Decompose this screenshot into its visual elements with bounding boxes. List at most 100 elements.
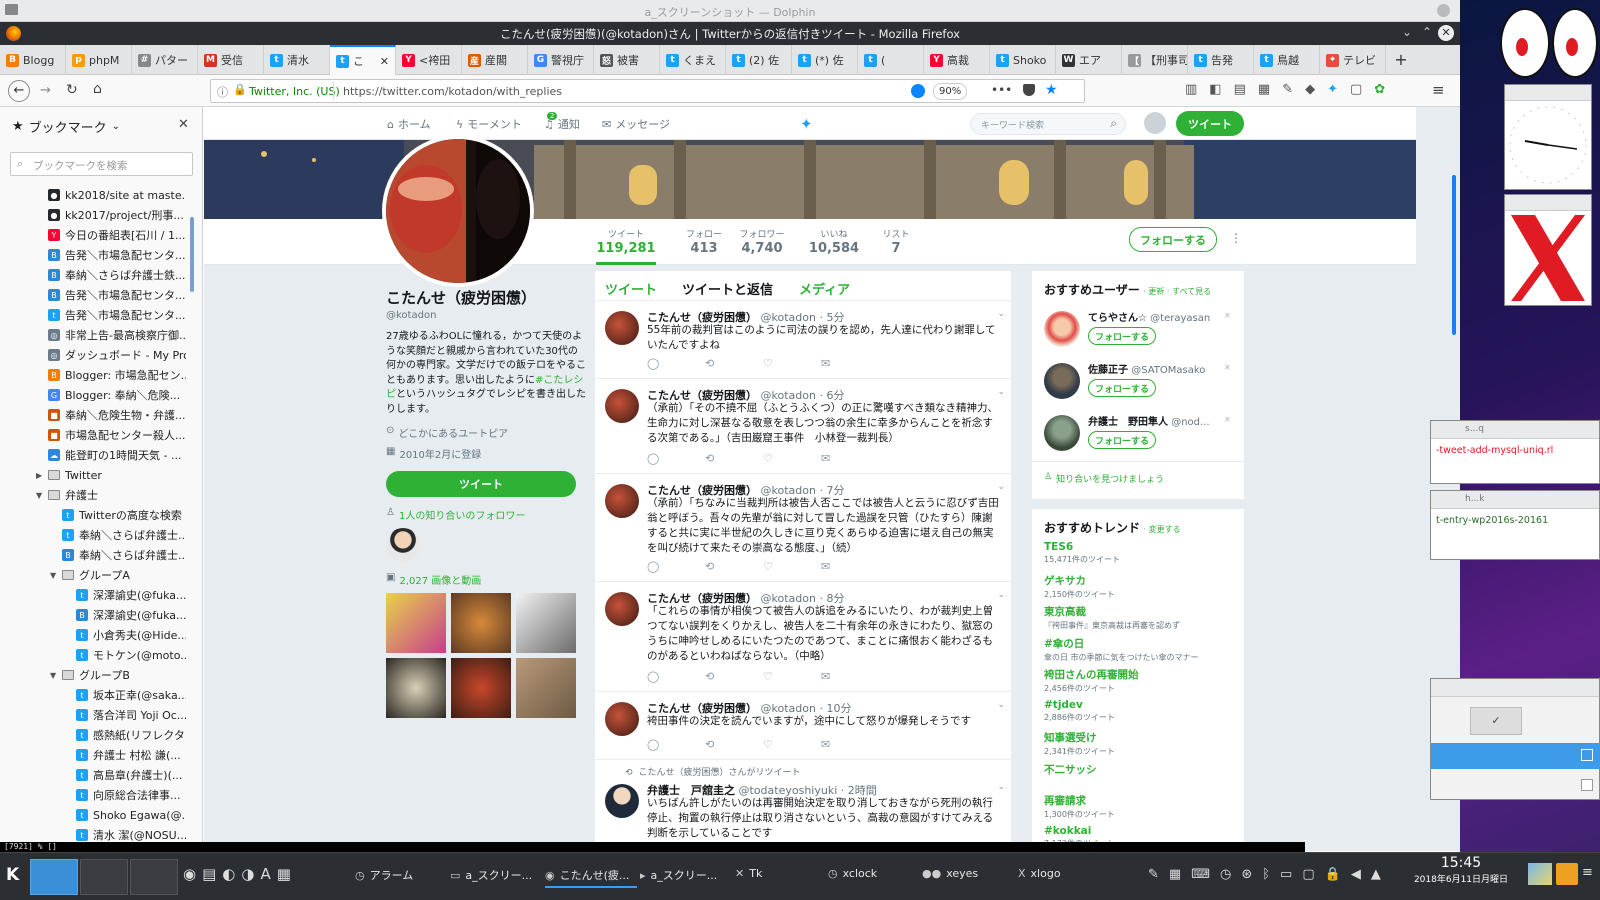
- browser-tab[interactable]: t こ ✕: [330, 45, 396, 75]
- trend-item[interactable]: 知事選受け 2,341件のツイート: [1044, 730, 1239, 762]
- reply-icon[interactable]: ◯: [647, 738, 663, 751]
- dismiss-icon[interactable]: ✕: [1224, 415, 1231, 424]
- retweet-icon[interactable]: ⟲: [705, 357, 721, 370]
- taskbar-task[interactable]: ◷ xclock: [828, 867, 920, 880]
- envelope-icon[interactable]: ✉: [821, 357, 837, 370]
- pager-desktop-3[interactable]: [130, 859, 178, 895]
- trend-item[interactable]: 再審請求 1,300件のツイート: [1044, 793, 1239, 825]
- minimize-icon[interactable]: ⌄: [1402, 25, 1412, 39]
- bookmark-item[interactable]: B 深澤諭史(@fuka...: [0, 605, 186, 625]
- bookmark-item[interactable]: ● kk2018/site at maste...: [0, 185, 186, 205]
- sidebar-header[interactable]: ★ ブックマーク ⌄: [12, 117, 120, 136]
- xterm-window-2[interactable]: h...k t-entry-wp2016s-20161: [1430, 490, 1600, 560]
- site-identity[interactable]: Twitter, Inc. (US): [249, 85, 340, 98]
- grid-icon[interactable]: ▦: [1258, 82, 1270, 97]
- trend-item[interactable]: #傘の日 傘の日 市の季節に気をつけたい傘のマナー: [1044, 636, 1239, 668]
- chevron-down-icon[interactable]: ⌄: [997, 309, 1005, 319]
- trend-name[interactable]: 再審請求: [1044, 793, 1239, 808]
- weather-icon[interactable]: [1528, 863, 1552, 885]
- bookmark-item[interactable]: ◎ ダッシュボード - My Pro...: [0, 345, 186, 365]
- keyboard-tray-icon[interactable]: ⌨: [1191, 867, 1210, 882]
- extension-toggle-icon[interactable]: [911, 84, 925, 98]
- browser-tab[interactable]: t 清水: [264, 45, 330, 75]
- trend-item[interactable]: #tjdev 2,886件のツイート: [1044, 699, 1239, 731]
- terminal-prompt[interactable]: [7921] % []: [0, 842, 1305, 852]
- bookmark-star-icon[interactable]: ★: [1045, 82, 1058, 98]
- taskbar-task[interactable]: ✕ Tk: [735, 867, 827, 880]
- envelope-icon[interactable]: ✉: [821, 670, 837, 683]
- lock-tray-icon[interactable]: 🔒: [1325, 867, 1341, 882]
- browser-tab[interactable]: 【【刑事司法: [1122, 45, 1188, 75]
- dialog-window[interactable]: ✓: [1430, 678, 1600, 800]
- taskbar-task[interactable]: ◷ アラーム: [355, 867, 447, 883]
- url-bar[interactable]: ⓘ 🔒 Twitter, Inc. (US) https://twitter.c…: [210, 79, 1085, 103]
- bookmark-item[interactable]: B 奉納＼さらば弁護士...: [0, 545, 186, 565]
- clock-tray-icon[interactable]: ◷: [1220, 867, 1231, 882]
- user-avatar[interactable]: [1044, 363, 1080, 399]
- bookmark-item[interactable]: ● kk2017/project/刑事...: [0, 205, 186, 225]
- nav-messages[interactable]: ✉ メッセージ: [602, 116, 670, 132]
- browser-tab[interactable]: 産産閣: [462, 45, 528, 75]
- trend-item[interactable]: 袴田さんの再審開始 2,456件のツイート: [1044, 667, 1239, 699]
- keyboard-launcher-icon[interactable]: ▦: [277, 865, 291, 883]
- media-thumb[interactable]: [516, 593, 576, 653]
- envelope-icon[interactable]: ✉: [821, 452, 837, 465]
- browser-tab[interactable]: Y <袴田: [396, 45, 462, 75]
- bookmark-item[interactable]: t 深澤諭史(@fuka...: [0, 585, 186, 605]
- tweet[interactable]: こたんせ（疲労困憊） @kotadon · 10分 ⌄ 袴田事件の決定を読んでいます…: [595, 692, 1011, 760]
- font-launcher-icon[interactable]: A: [260, 865, 270, 883]
- reply-icon[interactable]: ◯: [647, 357, 663, 370]
- suggested-user[interactable]: てらやさん☆ @terayasan フォローする ✕: [1032, 307, 1244, 359]
- dismiss-icon[interactable]: ✕: [1224, 363, 1231, 372]
- user-name[interactable]: 弁護士 野田隼人: [1088, 417, 1168, 428]
- chevron-down-icon[interactable]: ⌄: [997, 482, 1005, 492]
- browser-tab[interactable]: ✦ テレビ: [1320, 45, 1386, 75]
- bookmark-item[interactable]: ☁ 能登町の1時間天気 - ...: [0, 445, 186, 465]
- trend-item[interactable]: TES6 15,471件のツイート: [1044, 541, 1239, 573]
- reply-icon[interactable]: ◯: [647, 452, 663, 465]
- pen-tray-icon[interactable]: ✎: [1148, 867, 1159, 882]
- trend-item[interactable]: 不二サッシ: [1044, 762, 1239, 794]
- reload-button[interactable]: ↻: [66, 82, 78, 98]
- library-icon[interactable]: ▥: [1185, 82, 1197, 97]
- browser-tab[interactable]: B Blogg: [0, 45, 66, 75]
- app-launcher-icon[interactable]: ◐: [222, 865, 235, 883]
- more-options-icon[interactable]: ⋮: [1230, 231, 1242, 245]
- envelope-icon[interactable]: ✉: [821, 560, 837, 573]
- browser-tab[interactable]: t 鳥越: [1254, 45, 1320, 75]
- user-handle[interactable]: @terayasan: [1150, 313, 1210, 324]
- heart-icon[interactable]: ♡: [763, 670, 779, 683]
- user-avatar[interactable]: [1044, 311, 1080, 347]
- bookmark-item[interactable]: t Shoko Egawa(@...: [0, 805, 186, 825]
- bookmark-item[interactable]: t 小倉秀夫(@Hide...: [0, 625, 186, 645]
- user-name[interactable]: 佐藤正子: [1088, 365, 1128, 376]
- bookmark-item[interactable]: t 告発＼市場急配センタ...: [0, 305, 186, 325]
- taskbar-task[interactable]: ▸ a_スクリー...: [640, 867, 732, 883]
- sidebar-toggle-icon[interactable]: ◧: [1209, 82, 1221, 97]
- page-actions-icon[interactable]: •••: [991, 83, 1012, 97]
- bookmark-item[interactable]: B 奉納＼さらば弁護士鉄...: [0, 265, 186, 285]
- xlogo-window[interactable]: [1504, 194, 1592, 306]
- calculator-tray-icon[interactable]: ▦: [1169, 867, 1181, 882]
- tweet-avatar[interactable]: [605, 311, 639, 345]
- twitter-bird-icon[interactable]: ✦: [800, 115, 813, 133]
- bookmark-item[interactable]: ◎ 非常上告-最高検察庁御...: [0, 325, 186, 345]
- trend-name[interactable]: #kokkai: [1044, 825, 1239, 837]
- twitter-search-input[interactable]: キーワード検索 ⌕: [970, 113, 1126, 135]
- clock[interactable]: 15:45 2018年6月11日月曜日: [1396, 855, 1526, 885]
- trend-item[interactable]: 東京高裁 『袴田事件』東京高裁は再審を認めず: [1044, 604, 1239, 636]
- checkbox[interactable]: [1581, 749, 1593, 761]
- taskbar-task[interactable]: ▭ a_スクリー...: [450, 867, 542, 883]
- taskbar-task[interactable]: Xxlogo: [1018, 867, 1110, 880]
- heart-icon[interactable]: ♡: [763, 452, 779, 465]
- nav-tweet-button[interactable]: ツイート: [1176, 111, 1244, 136]
- puzzle-icon[interactable]: ◆: [1305, 82, 1315, 97]
- envelope-icon[interactable]: ✉: [821, 738, 837, 751]
- browser-tab[interactable]: t (2) 佐: [726, 45, 792, 75]
- bookmark-item[interactable]: ■ 奉納＼危険生物・弁護...: [0, 405, 186, 425]
- network-tray-icon[interactable]: ⊛: [1241, 867, 1252, 882]
- bookmark-search-input[interactable]: ⌕ ブックマークを検索: [10, 152, 193, 176]
- close-window-icon[interactable]: ✕: [1438, 25, 1454, 41]
- tweet[interactable]: こたんせ（疲労困憊） @kotadon · 6分 ⌄ （承前）「その不撓不屈（ふとう…: [595, 379, 1011, 474]
- browser-tab[interactable]: M 受信: [198, 45, 264, 75]
